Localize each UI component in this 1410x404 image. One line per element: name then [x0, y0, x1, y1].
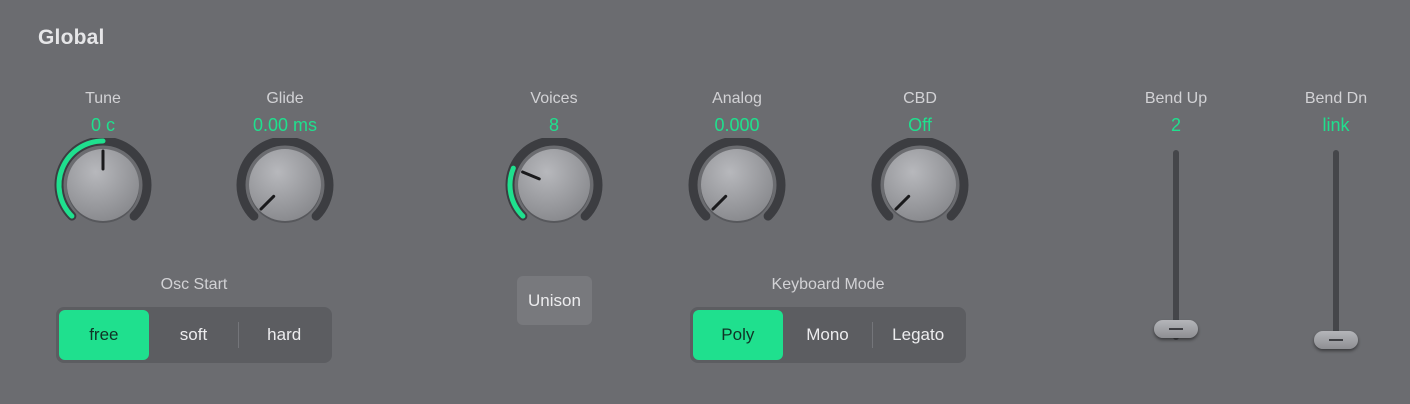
bend-up-slider-thumb[interactable]	[1154, 320, 1198, 338]
analog-control: Analog 0.000	[682, 88, 792, 248]
voices-knob[interactable]	[499, 138, 609, 248]
keyboard-mode-label: Keyboard Mode	[771, 276, 885, 293]
unison-button[interactable]: Unison	[517, 276, 592, 325]
tune-knob[interactable]	[48, 138, 158, 248]
osc-start-soft[interactable]: soft	[149, 310, 239, 360]
cbd-control: CBD Off	[865, 88, 975, 248]
analog-knob-body	[701, 149, 773, 221]
glide-knob-body	[249, 149, 321, 221]
osc-start-label: Osc Start	[160, 276, 228, 293]
analog-value[interactable]: 0.000	[682, 115, 792, 136]
bend-dn-control: Bend Dn link	[1286, 88, 1386, 358]
glide-value[interactable]: 0.00 ms	[230, 115, 340, 136]
keyboard-mode-mono[interactable]: Mono	[783, 310, 873, 360]
tune-control: Tune 0 c	[48, 88, 158, 248]
bend-dn-slider-thumb[interactable]	[1314, 331, 1358, 349]
bend-dn-value[interactable]: link	[1286, 115, 1386, 136]
osc-start-hard[interactable]: hard	[239, 310, 329, 360]
cbd-value[interactable]: Off	[865, 115, 975, 136]
glide-control: Glide 0.00 ms	[230, 88, 340, 248]
bend-dn-label: Bend Dn	[1304, 90, 1368, 107]
cbd-knob[interactable]	[865, 138, 975, 248]
glide-label: Glide	[266, 90, 304, 107]
cbd-knob-body	[884, 149, 956, 221]
tune-label: Tune	[85, 90, 121, 107]
analog-knob[interactable]	[682, 138, 792, 248]
keyboard-mode-poly[interactable]: Poly	[693, 310, 783, 360]
keyboard-mode-selector: Poly Mono Legato	[690, 307, 966, 363]
osc-start-selector: free soft hard	[56, 307, 332, 363]
bend-up-control: Bend Up 2	[1126, 88, 1226, 358]
voices-knob-body	[518, 149, 590, 221]
voices-value[interactable]: 8	[499, 115, 609, 136]
voices-control: Voices 8	[499, 88, 609, 248]
analog-label: Analog	[712, 90, 762, 107]
bend-up-value[interactable]: 2	[1126, 115, 1226, 136]
cbd-label: CBD	[903, 90, 937, 107]
global-panel: Global Tune 0 c Glide 0.00 ms Osc Start …	[0, 0, 1410, 404]
bend-dn-slider-track[interactable]	[1333, 150, 1339, 345]
bend-up-slider-track[interactable]	[1173, 150, 1179, 340]
bend-up-label: Bend Up	[1144, 90, 1208, 107]
glide-knob[interactable]	[230, 138, 340, 248]
osc-start-free[interactable]: free	[59, 310, 149, 360]
bend-up-thumb-grip	[1169, 328, 1183, 330]
keyboard-mode-legato[interactable]: Legato	[873, 310, 963, 360]
bend-dn-thumb-grip	[1329, 339, 1343, 341]
section-title: Global	[38, 26, 105, 49]
tune-value[interactable]: 0 c	[48, 115, 158, 136]
voices-label: Voices	[530, 90, 578, 107]
